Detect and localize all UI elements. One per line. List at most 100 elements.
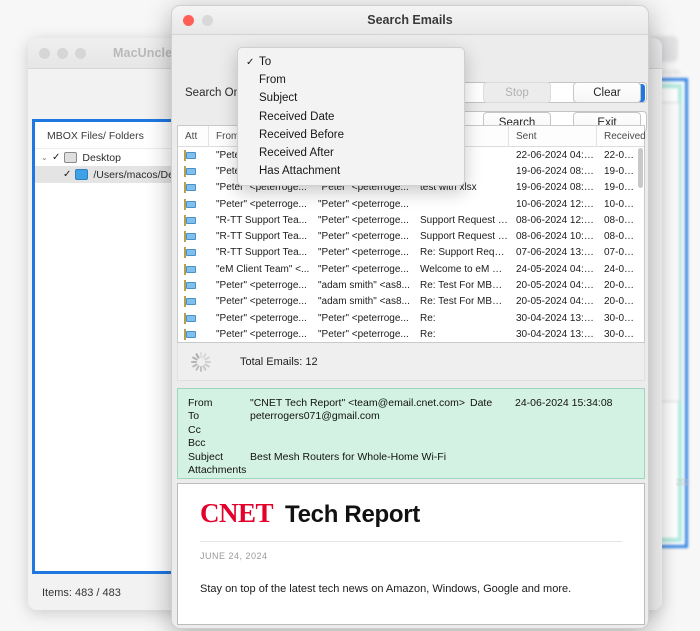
table-row[interactable]: "Peter" <peterroge... "Peter" <peterroge.… xyxy=(178,326,644,342)
cell-subject: Re: Test For MBOX to... xyxy=(420,280,509,292)
attachment-icon-glyph xyxy=(184,165,186,177)
menu-item-label: Received Date xyxy=(259,110,335,123)
menu-item-label: From xyxy=(259,74,286,87)
attachment-icon xyxy=(178,231,209,243)
cell-sent: 20-05-2024 04:31... xyxy=(516,296,597,308)
cell-to: "adam smith" <as8... xyxy=(318,280,410,292)
menu-item-label: Received After xyxy=(259,147,334,160)
list-scrollbar[interactable] xyxy=(638,148,643,188)
menu-item-label: Received Before xyxy=(259,128,345,141)
stop-button[interactable]: Stop xyxy=(483,82,551,103)
cell-from: "Peter" <peterroge... xyxy=(216,296,307,308)
cell-received: 19-06-2... xyxy=(604,182,639,194)
search-on-dropdown-menu[interactable]: ✓ To From Subject Received Date Received Befo… xyxy=(237,47,465,187)
cell-to: "Peter" <peterroge... xyxy=(318,198,409,210)
attachment-icon xyxy=(178,198,209,210)
menu-item-received-before[interactable]: Received Before xyxy=(238,126,464,144)
cell-sent: 08-06-2024 10:0... xyxy=(516,231,597,243)
from-label: From xyxy=(188,396,213,409)
search-emails-dialog[interactable]: Search Emails Search On : ▲▼ Stop Clear … xyxy=(171,5,649,629)
preview-tagline: Stay on top of the latest tech news on A… xyxy=(200,583,572,595)
column-header-att[interactable]: Att xyxy=(178,125,209,147)
cell-received: 24-05-2... xyxy=(604,263,639,275)
cell-sent: 10-06-2024 12:18:... xyxy=(516,198,597,210)
cell-to: "Peter" <peterroge... xyxy=(318,312,409,324)
menu-item-to[interactable]: ✓ To xyxy=(238,53,464,71)
close-icon[interactable] xyxy=(39,47,50,59)
attachment-icon-glyph xyxy=(184,214,186,226)
table-row[interactable]: "R-TT Support Tea... "Peter" <peterroge..… xyxy=(178,212,644,228)
menu-item-received-after[interactable]: Received After xyxy=(238,144,464,162)
maximize-icon[interactable] xyxy=(75,47,86,59)
cell-from: "Peter" <peterroge... xyxy=(216,312,307,324)
email-preview-pane[interactable]: CNET Tech Report JUNE 24, 2024 Stay on t… xyxy=(177,483,645,625)
monitor-icon xyxy=(64,152,78,163)
cell-subject: Support Request 2024... xyxy=(420,231,509,243)
attachment-icon-glyph xyxy=(184,231,186,243)
cell-received: 08-06-2... xyxy=(604,231,639,243)
attachment-icon-glyph xyxy=(184,312,186,324)
cell-sent: 30-04-2024 13:3... xyxy=(516,328,597,340)
total-emails-bar: Total Emails: 12 xyxy=(177,343,645,381)
cell-subject: Re: xyxy=(420,312,436,324)
table-row[interactable]: "R-TT Support Tea... "Peter" <peterroge..… xyxy=(178,228,644,244)
date-label: Date xyxy=(470,396,493,409)
attachment-icon xyxy=(178,312,209,324)
attachment-icon xyxy=(178,280,209,292)
cell-from: "Peter" <peterroge... xyxy=(216,280,307,292)
attachment-icon-glyph xyxy=(184,198,186,210)
bcc-label: Bcc xyxy=(188,437,206,450)
chevron-down-icon[interactable]: ⌄ xyxy=(41,153,52,162)
date-value: 24-06-2024 15:34:08 xyxy=(515,396,613,409)
cell-subject: Re: Test For MBOX to... xyxy=(420,296,509,308)
metadata-row-to: To peterrogers071@gmail.com xyxy=(188,410,644,424)
preview-date: JUNE 24, 2024 xyxy=(200,551,268,561)
dialog-title: Search Emails xyxy=(367,13,453,27)
to-value: peterrogers071@gmail.com xyxy=(250,410,380,423)
preview-brand: CNET Tech Report xyxy=(178,484,644,529)
spinner-spoke xyxy=(200,365,202,372)
mailbox-icon xyxy=(75,169,89,180)
checkbox-icon[interactable]: ✓ xyxy=(52,152,60,163)
cell-to: "Peter" <peterroge... xyxy=(318,214,409,226)
table-row[interactable]: "R-TT Support Tea... "Peter" <peterroge..… xyxy=(178,245,644,261)
cell-to: "Peter" <peterroge... xyxy=(318,328,409,340)
check-icon: ✓ xyxy=(246,56,255,68)
clear-button[interactable]: Clear xyxy=(573,82,641,103)
cell-from: "R-TT Support Tea... xyxy=(216,231,307,243)
attachment-icon xyxy=(178,214,209,226)
table-row[interactable]: "Peter" <peterroge... "Peter" <peterroge.… xyxy=(178,196,644,212)
menu-item-from[interactable]: From xyxy=(238,71,464,89)
menu-item-has-attachment[interactable]: Has Attachment xyxy=(238,162,464,180)
cell-sent: 19-06-2024 08:0... xyxy=(516,182,597,194)
to-label: To xyxy=(188,410,200,423)
column-header-received[interactable]: Received xyxy=(597,126,646,147)
table-row[interactable]: "eM Client Team" <... "Peter" <peterroge.… xyxy=(178,261,644,277)
attachment-icon xyxy=(178,182,209,194)
cell-sent: 22-06-2024 04:3... xyxy=(516,149,597,161)
checkbox-icon[interactable]: ✓ xyxy=(63,169,71,180)
cell-sent: 08-06-2024 12:16... xyxy=(516,214,597,226)
attachment-icon-glyph xyxy=(184,280,186,292)
cell-received: 08-06-2... xyxy=(604,214,639,226)
table-row[interactable]: "Peter" <peterroge... "adam smith" <as8..… xyxy=(178,294,644,310)
minimize-icon[interactable] xyxy=(57,47,68,59)
cell-sent: 20-05-2024 04:4... xyxy=(516,280,597,292)
cell-received: 20-05-2... xyxy=(604,280,639,292)
table-row[interactable]: "Peter" <peterroge... "adam smith" <as8..… xyxy=(178,277,644,293)
table-row[interactable]: "Peter" <peterroge... "Peter" <peterroge.… xyxy=(178,310,644,326)
cell-subject: Re: Support Request 2... xyxy=(420,247,509,259)
column-header-sent[interactable]: Sent xyxy=(509,125,597,147)
attachment-icon xyxy=(178,247,209,259)
cell-received: 10-06-2... xyxy=(604,198,639,210)
attachment-icon xyxy=(178,296,209,308)
cell-sent: 24-05-2024 04:4... xyxy=(516,263,597,275)
spinner-spoke xyxy=(205,360,211,363)
menu-item-received-date[interactable]: Received Date xyxy=(238,108,464,126)
cell-to: "Peter" <peterroge... xyxy=(318,247,409,259)
cell-from: "Peter" <peterroge... xyxy=(216,328,307,340)
cell-from: "eM Client Team" <... xyxy=(216,263,310,275)
cell-received: 07-06-2... xyxy=(604,247,639,259)
subject-value: Best Mesh Routers for Whole-Home Wi-Fi xyxy=(250,450,447,463)
menu-item-subject[interactable]: Subject xyxy=(238,89,464,107)
